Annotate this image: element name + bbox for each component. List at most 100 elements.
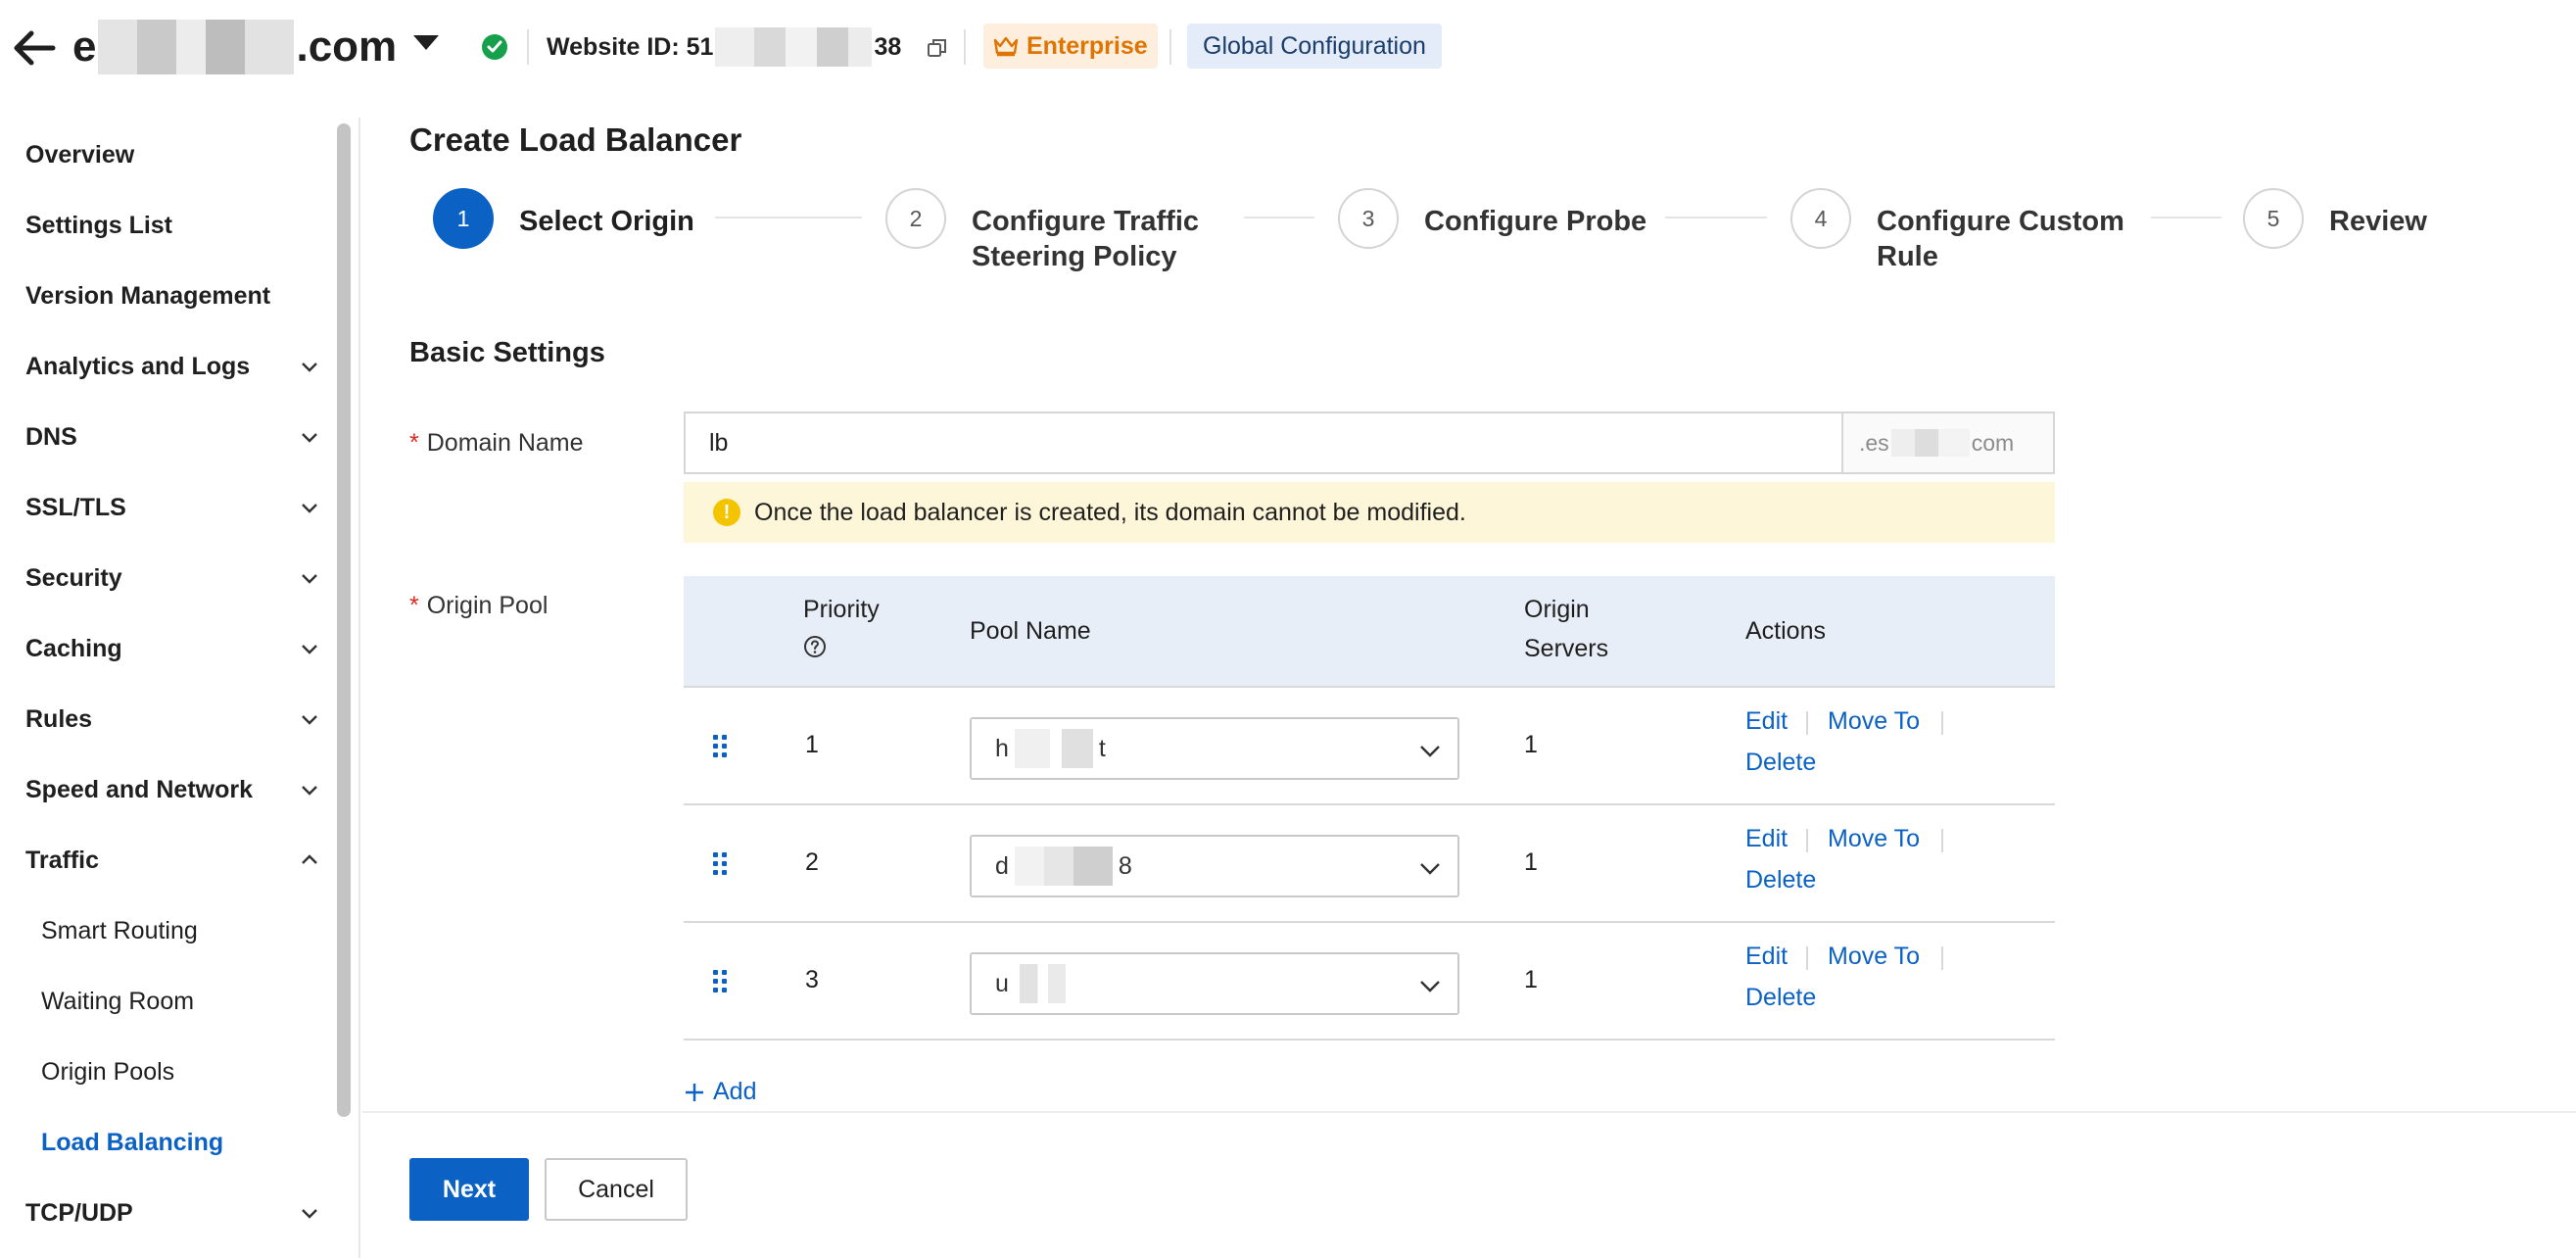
column-actions: Actions xyxy=(1745,617,1826,645)
back-arrow-icon[interactable] xyxy=(10,24,59,73)
check-circle-icon xyxy=(482,34,507,60)
sidebar-item-traffic[interactable]: Traffic xyxy=(25,839,319,882)
step-2-circle: 2 xyxy=(885,188,946,249)
sidebar-subitem-origin-pools[interactable]: Origin Pools xyxy=(41,1050,174,1093)
domain-suffix: .es com xyxy=(1841,411,2055,474)
site-name[interactable]: e .com xyxy=(72,20,397,74)
cancel-button[interactable]: Cancel xyxy=(545,1158,688,1221)
edit-link[interactable]: Edit xyxy=(1745,825,1788,853)
delete-link[interactable]: Delete xyxy=(1745,984,1816,1012)
section-title: Basic Settings xyxy=(409,337,605,368)
chevron-up-icon xyxy=(302,854,317,864)
chevron-down-icon xyxy=(302,786,317,796)
move-to-link[interactable]: Move To xyxy=(1828,825,1920,853)
sidebar-item-speed-and-network[interactable]: Speed and Network xyxy=(25,768,319,811)
sidebar-item-security[interactable]: Security xyxy=(25,556,319,600)
step-3-circle: 3 xyxy=(1338,188,1399,249)
sidebar-item-caching[interactable]: Caching xyxy=(25,627,319,670)
website-id-suffix: 38 xyxy=(874,32,902,61)
next-button[interactable]: Next xyxy=(409,1158,529,1221)
drag-handle-icon[interactable] xyxy=(713,970,729,993)
pool-name-suffix: 8 xyxy=(1118,851,1132,880)
plan-badge-label: Enterprise xyxy=(1026,31,1148,60)
move-to-link[interactable]: Move To xyxy=(1828,943,1920,971)
origin-servers-value: 1 xyxy=(1524,731,1538,758)
step-4-label: Configure Custom Rule xyxy=(1877,204,2124,274)
site-switcher-caret-icon[interactable] xyxy=(413,35,439,50)
column-priority-label: Priority xyxy=(803,596,880,623)
domain-name-label-text: Domain Name xyxy=(426,429,584,457)
divider xyxy=(527,29,529,65)
warning-icon: ! xyxy=(713,499,740,526)
domain-name-input[interactable]: lb xyxy=(684,411,1843,474)
website-id-prefix: Website ID: 51 xyxy=(547,32,714,61)
move-to-link[interactable]: Move To xyxy=(1828,707,1920,736)
delete-link[interactable]: Delete xyxy=(1745,866,1816,895)
origin-pool-label-text: Origin Pool xyxy=(426,592,549,619)
priority-value: 3 xyxy=(805,966,819,993)
add-pool-label: Add xyxy=(713,1078,757,1105)
origin-pool-table-header: Priority Pool Name Origin Servers Action… xyxy=(684,576,2055,688)
chevron-down-icon xyxy=(1420,863,1440,875)
website-id: Website ID: 51 38 xyxy=(547,27,902,67)
redacted-block xyxy=(98,20,295,74)
sidebar-item-tcp-udp[interactable]: TCP/UDP xyxy=(25,1191,319,1234)
help-icon[interactable] xyxy=(803,635,827,658)
sidebar-item-version-management[interactable]: Version Management xyxy=(25,274,319,317)
chevron-down-icon xyxy=(302,715,317,725)
pool-name-select[interactable]: d 8 xyxy=(970,835,1459,897)
sidebar-item-settings-list[interactable]: Settings List xyxy=(25,204,319,247)
chevron-down-icon xyxy=(1420,746,1440,757)
sidebar-item-ssl-tls[interactable]: SSL/TLS xyxy=(25,486,319,529)
domain-name-label: * Domain Name xyxy=(409,429,584,458)
divider xyxy=(1806,829,1808,852)
origin-servers-value: 1 xyxy=(1524,966,1538,993)
copy-icon[interactable] xyxy=(927,37,948,59)
step-connector xyxy=(2151,217,2221,218)
step-3-label: Configure Probe xyxy=(1424,206,1647,237)
sidebar-item-label: Overview xyxy=(25,140,135,169)
pool-name-select[interactable]: u xyxy=(970,952,1459,1015)
step-2-label: Configure Traffic Steering Policy xyxy=(972,204,1199,274)
chevron-down-icon xyxy=(302,574,317,584)
sidebar-item-analytics-and-logs[interactable]: Analytics and Logs xyxy=(25,345,319,388)
sidebar-subitem-load-balancing[interactable]: Load Balancing xyxy=(41,1121,223,1164)
sidebar-scrollbar[interactable] xyxy=(337,123,351,1117)
sidebar-item-label: Security xyxy=(25,563,122,592)
sidebar-item-overview[interactable]: Overview xyxy=(25,133,319,176)
divider xyxy=(1941,829,1943,852)
redacted-block xyxy=(715,27,873,67)
step-5-label: Review xyxy=(2329,206,2427,237)
step-connector xyxy=(715,217,862,218)
sidebar-item-rules[interactable]: Rules xyxy=(25,698,319,741)
chevron-down-icon xyxy=(1420,981,1440,992)
divider xyxy=(1169,29,1171,65)
drag-handle-icon[interactable] xyxy=(713,852,729,876)
sidebar-subitem-waiting-room[interactable]: Waiting Room xyxy=(41,980,194,1023)
sidebar-subitem-smart-routing[interactable]: Smart Routing xyxy=(41,909,198,952)
domain-suffix-end: com xyxy=(1971,429,2015,456)
sidebar-item-label: Caching xyxy=(25,634,122,662)
edit-link[interactable]: Edit xyxy=(1745,943,1788,971)
table-row: 1 h t 1 Edit Move To Delete xyxy=(684,688,2055,805)
sidebar-item-label: SSL/TLS xyxy=(25,493,126,521)
step-4-circle: 4 xyxy=(1790,188,1851,249)
divider xyxy=(964,29,966,65)
edit-link[interactable]: Edit xyxy=(1745,707,1788,736)
step-connector xyxy=(1244,217,1314,218)
sidebar-item-label: Rules xyxy=(25,704,93,733)
add-pool-button[interactable]: Add xyxy=(684,1078,756,1106)
divider xyxy=(1806,711,1808,735)
chevron-down-icon xyxy=(302,504,317,513)
redacted-block xyxy=(1014,847,1113,886)
pool-name-select[interactable]: h t xyxy=(970,717,1459,780)
drag-handle-icon[interactable] xyxy=(713,735,729,758)
sidebar-item-dns[interactable]: DNS xyxy=(25,415,319,459)
sidebar-item-label: Traffic xyxy=(25,846,100,874)
required-asterisk: * xyxy=(409,429,419,457)
delete-link[interactable]: Delete xyxy=(1745,749,1816,777)
global-configuration-badge[interactable]: Global Configuration xyxy=(1187,24,1442,69)
step-connector xyxy=(1665,217,1767,218)
divider xyxy=(1806,946,1808,970)
pool-name-prefix: d xyxy=(995,851,1009,880)
